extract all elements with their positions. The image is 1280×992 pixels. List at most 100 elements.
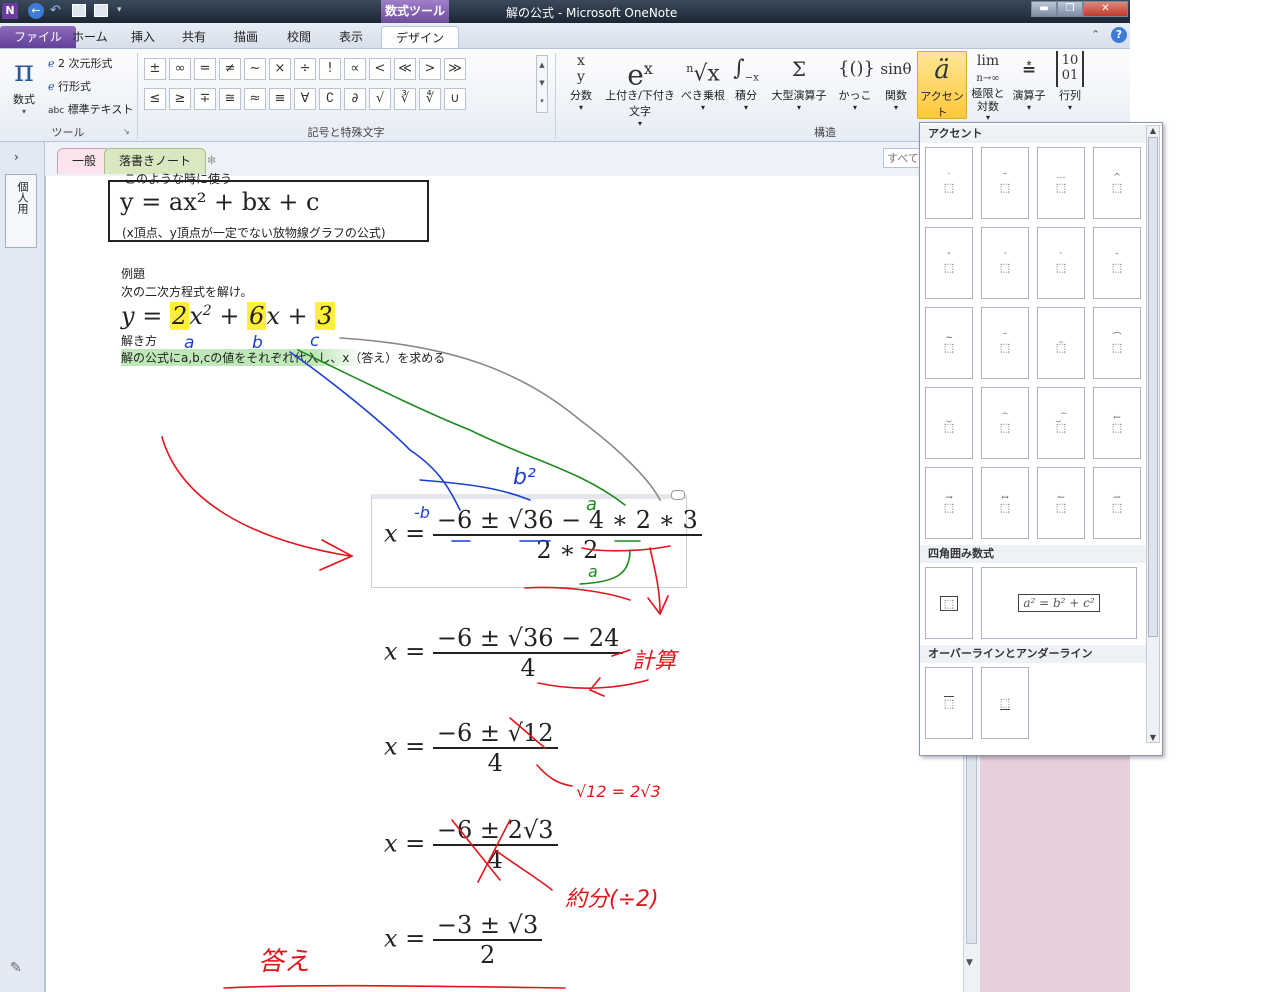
accent-option[interactable]: ⏟⏞ ⬚: [1037, 387, 1085, 459]
accent-option[interactable]: ⌒ ⬚: [1093, 307, 1141, 379]
fullpage-icon[interactable]: [94, 4, 108, 17]
symbol-button[interactable]: ~: [244, 58, 266, 80]
symbol-button[interactable]: ∀: [294, 88, 316, 110]
close-button[interactable]: ✕: [1083, 1, 1128, 17]
overline-option[interactable]: ⬚: [925, 667, 973, 739]
accent-option[interactable]: ‗ ⬚: [1037, 307, 1085, 379]
panel-scroll-thumb[interactable]: [1148, 137, 1158, 637]
symbol-gallery-scroll[interactable]: ▲ ▼ ▾: [536, 55, 548, 113]
notebook-personal[interactable]: 個人用: [5, 174, 37, 248]
help-icon[interactable]: ?: [1111, 27, 1127, 43]
professional-option[interactable]: ℯ 2 次元形式: [48, 55, 113, 71]
large-operator-button[interactable]: Σ 大型演算子 ▾: [768, 51, 830, 112]
expand-nav-icon[interactable]: ›: [14, 150, 19, 164]
tab-view[interactable]: 表示: [325, 26, 377, 48]
symbol-button[interactable]: ∛: [394, 88, 416, 110]
panel-scrollbar[interactable]: ▲ ▼: [1146, 125, 1160, 743]
accent-button[interactable]: äアクセント▾: [917, 51, 967, 129]
panel-scroll-up-icon[interactable]: ▲: [1147, 126, 1159, 135]
accent-option[interactable]: ` ⬚: [1037, 227, 1085, 299]
boxed-example-option[interactable]: a² = b² + c²: [981, 567, 1137, 639]
formula-box[interactable]: y = ax² + bx + c (x頂点、y頂点が一定でない放物線グラフの公式…: [108, 180, 429, 242]
accent-option[interactable]: ⏟ ⬚: [925, 387, 973, 459]
solution-step-2[interactable]: x = −6 ± √36 − 24 4: [384, 624, 624, 682]
scroll-down-icon[interactable]: ▼: [966, 958, 973, 968]
tab-home[interactable]: ホーム: [58, 26, 122, 48]
equation-button[interactable]: π 数式 ▾: [6, 53, 42, 116]
restore-button[interactable]: ❐: [1057, 1, 1083, 17]
solution-step-1[interactable]: x = −6 ± √36 − 4 ∗ 2 ∗ 32 ∗ 2: [384, 506, 702, 564]
symbol-button[interactable]: ∓: [194, 88, 216, 110]
tab-insert[interactable]: 挿入: [117, 26, 169, 48]
limit-log-button[interactable]: lim n→∞ 極限と対数 ▾: [970, 51, 1006, 122]
matrix-button[interactable]: 10 01 行列 ▾: [1052, 51, 1088, 112]
symbol-button[interactable]: ≪: [394, 58, 416, 80]
integral-button[interactable]: ∫−x 積分 ▾: [729, 51, 763, 112]
tab-review[interactable]: 校閲: [273, 26, 325, 48]
accent-option[interactable]: ↼ ⬚: [1037, 467, 1085, 539]
symbol-button[interactable]: >: [419, 58, 441, 80]
tools-dialog-launcher-icon[interactable]: ↘: [123, 127, 130, 136]
symbol-button[interactable]: ∁: [319, 88, 341, 110]
collapse-ribbon-icon[interactable]: ⌃: [1091, 28, 1100, 41]
quadratic-equation[interactable]: y = 2x2 + 6x + 3: [121, 302, 335, 330]
tab-draw[interactable]: 描画: [220, 26, 272, 48]
symbol-button[interactable]: ×: [269, 58, 291, 80]
bracket-button[interactable]: {()} かっこ ▾: [838, 51, 875, 112]
onenote-app-icon[interactable]: N: [2, 3, 18, 19]
container-handle-icon[interactable]: [671, 490, 685, 500]
qat-customize-icon[interactable]: ▾: [117, 5, 122, 15]
function-button[interactable]: sinθ 関数 ▾: [878, 51, 914, 112]
accent-option[interactable]: ⇀ ⬚: [1093, 467, 1141, 539]
radical-button[interactable]: n√x べき乗根 ▾: [681, 51, 725, 112]
symbol-button[interactable]: √: [369, 88, 391, 110]
dock-icon[interactable]: [72, 4, 86, 17]
symbol-button[interactable]: ≥: [169, 88, 191, 110]
solution-step-3[interactable]: x = −6 ± √12 4: [384, 719, 558, 777]
symbol-button[interactable]: ≠: [219, 58, 241, 80]
linear-option[interactable]: ℯ 行形式: [48, 78, 91, 94]
new-section-icon[interactable]: ✻: [207, 154, 216, 167]
accent-option[interactable]: ⏞ ⬚: [981, 387, 1029, 459]
section-tab-general[interactable]: 一般: [57, 148, 112, 174]
operator-button[interactable]: ⩮ 演算子 ▾: [1010, 51, 1048, 112]
accent-option[interactable]: ⋯ ⬚: [1037, 147, 1085, 219]
symbol-button[interactable]: !: [319, 58, 341, 80]
accent-gallery-panel[interactable]: アクセント ˙ ⬚ ¨ ⬚ ⋯ ⬚ ^ ⬚ ˇ ⬚ ´ ⬚ ` ⬚ ˘ ⬚ ~ ⬚ ¯ ⬚ ‗ ⬚ ⌒ ⬚ ⏟ ⬚ ⏞ ⬚ ⏟⏞ ⬚ ← ⬚ →…: [919, 122, 1163, 756]
script-button[interactable]: ex 上付き/下付き文字 ▾: [603, 51, 677, 128]
undo-icon[interactable]: ↶: [50, 3, 61, 18]
tab-design[interactable]: デザイン: [381, 26, 460, 48]
symbol-button[interactable]: ≡: [269, 88, 291, 110]
accent-option[interactable]: ^ ⬚: [1093, 147, 1141, 219]
symbol-button[interactable]: <: [369, 58, 391, 80]
panel-scroll-down-icon[interactable]: ▼: [1147, 733, 1159, 742]
symbol-button[interactable]: ∜: [419, 88, 441, 110]
symbol-button[interactable]: ∝: [344, 58, 366, 80]
accent-option[interactable]: ~ ⬚: [925, 307, 973, 379]
symbol-button[interactable]: ±: [144, 58, 166, 80]
symbol-button[interactable]: ÷: [294, 58, 316, 80]
symbol-button[interactable]: ≤: [144, 88, 166, 110]
underline-option[interactable]: ⬚: [981, 667, 1029, 739]
accent-option[interactable]: ¨ ⬚: [981, 147, 1029, 219]
accent-option[interactable]: ¯ ⬚: [981, 307, 1029, 379]
tab-share[interactable]: 共有: [168, 26, 220, 48]
symbol-button[interactable]: ∞: [169, 58, 191, 80]
unfiled-notes-icon[interactable]: ✎: [10, 960, 22, 976]
accent-option[interactable]: ↔ ⬚: [981, 467, 1029, 539]
accent-option[interactable]: ˙ ⬚: [925, 147, 973, 219]
back-icon[interactable]: ←: [28, 3, 44, 19]
symbol-button[interactable]: ≈: [244, 88, 266, 110]
accent-option[interactable]: ˇ ⬚: [925, 227, 973, 299]
minimize-button[interactable]: ▬: [1031, 1, 1057, 17]
note-page[interactable]: このような時に使う y = ax² + bx + c (x頂点、y頂点が一定でな…: [45, 172, 965, 992]
symbol-button[interactable]: ≫: [444, 58, 466, 80]
symbol-button[interactable]: =: [194, 58, 216, 80]
symbol-button[interactable]: ≅: [219, 88, 241, 110]
boxed-placeholder-option[interactable]: ⬚: [925, 567, 973, 639]
solution-step-5[interactable]: x = −3 ± √3 2: [384, 911, 543, 969]
accent-option[interactable]: → ⬚: [925, 467, 973, 539]
fraction-button[interactable]: x y 分数 ▾: [565, 51, 597, 112]
symbol-button[interactable]: ∂: [344, 88, 366, 110]
accent-option[interactable]: ← ⬚: [1093, 387, 1141, 459]
